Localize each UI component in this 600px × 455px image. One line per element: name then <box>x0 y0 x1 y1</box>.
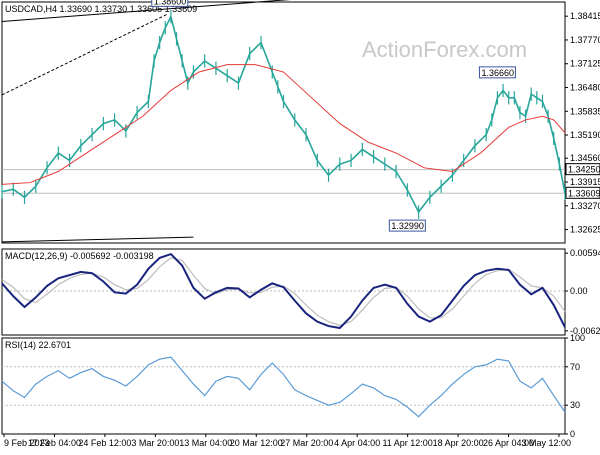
y-tick-label: 1.34560 <box>570 153 600 163</box>
y-tick-label: 0.00 <box>570 286 588 296</box>
x-tick-label: 17 Feb 04:00 <box>28 438 81 448</box>
panel-frame-1 <box>1 248 566 336</box>
price-label: 1.34250 <box>568 165 600 175</box>
y-tick-label: 70 <box>570 362 580 372</box>
x-tick-label: 24 Feb 12:00 <box>78 438 131 448</box>
rsi-line <box>1 356 566 418</box>
x-tick-label: 20 Mar 12:00 <box>230 438 283 448</box>
y-tick-label: 1.38415 <box>570 11 600 21</box>
y-tick-label: 100 <box>570 333 585 343</box>
x-tick-label: 11 Apr 12:00 <box>382 438 432 448</box>
callout-label: 1.32990 <box>391 221 424 231</box>
y-tick-label: 0.005941 <box>570 248 600 258</box>
x-tick-label: 27 Mar 20:00 <box>280 438 333 448</box>
x-tick-label: 3 Mar 20:00 <box>131 438 179 448</box>
moving-average-line <box>1 64 566 185</box>
y-tick-label: 1.36480 <box>570 82 600 92</box>
y-tick-label: 1.35835 <box>570 106 600 116</box>
x-tick-label: 4 Apr 04:00 <box>334 438 380 448</box>
trend-line <box>1 236 194 243</box>
price-label: 1.33609 <box>568 188 600 198</box>
x-tick-label: 3 May 12:00 <box>521 438 571 448</box>
callout-label: 1.38600 <box>154 0 187 6</box>
trend-line <box>1 13 169 96</box>
y-tick-label: 1.33915 <box>570 177 600 187</box>
panel-title: MACD(12,26,9) -0.005692 -0.003198 <box>5 251 154 261</box>
chart-figure: ActionForex.com 1.38415 1.37770 1.37125 1.36… <box>1 0 600 448</box>
panel-title: RSI(14) 22.6701 <box>5 340 71 350</box>
macd-signal-line <box>1 257 566 327</box>
y-tick-label: 1.33270 <box>570 201 600 211</box>
chart-root: ActionForex.com 1.38415 1.37770 1.37125 1.36… <box>0 0 600 450</box>
panel-frame-2 <box>1 337 566 435</box>
watermark-text: ActionForex.com <box>362 37 527 62</box>
y-tick-label: 30 <box>570 400 580 410</box>
callout-label: 1.36660 <box>481 68 514 78</box>
x-tick-label: 13 Mar 04:00 <box>179 438 232 448</box>
x-tick-label: 18 Apr 20:00 <box>433 438 484 448</box>
y-tick-label: 1.37125 <box>570 59 600 69</box>
y-tick-label: 1.32625 <box>570 225 600 235</box>
y-tick-label: 1.35190 <box>570 130 600 140</box>
y-tick-label: 1.37770 <box>570 35 600 45</box>
